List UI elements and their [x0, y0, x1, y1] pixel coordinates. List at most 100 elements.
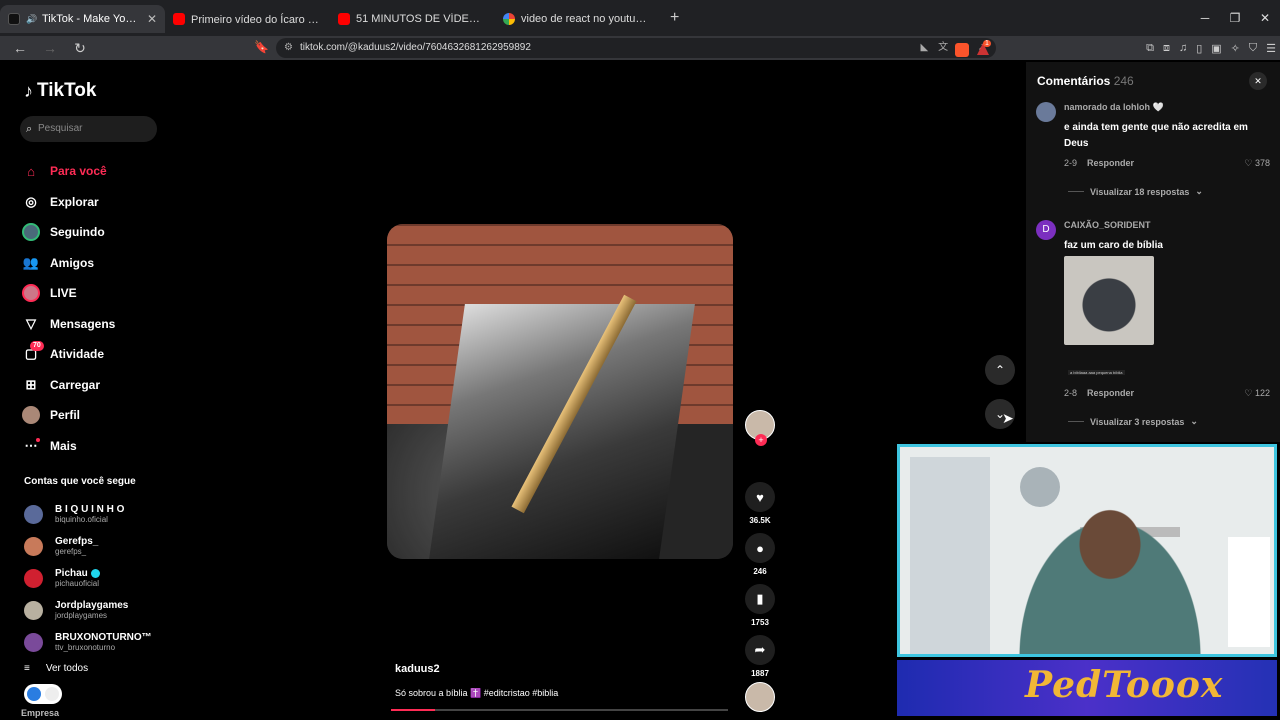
- close-window-icon[interactable]: ✕: [1250, 0, 1280, 36]
- brave-shield-icon[interactable]: [955, 43, 969, 57]
- list-icon: ≡: [24, 663, 30, 674]
- comments-panel: Comentários 246 ✕ namorado da lohloh 🤍 e…: [1026, 62, 1280, 442]
- reload-icon[interactable]: ↻: [70, 40, 90, 57]
- close-comments-button[interactable]: ✕: [1249, 72, 1267, 90]
- avatar[interactable]: D: [1036, 220, 1056, 240]
- avatar[interactable]: [1036, 102, 1056, 122]
- tiktok-logo[interactable]: ♪ TikTok: [24, 80, 96, 102]
- friends-icon: 👥: [22, 254, 40, 270]
- following-item[interactable]: Jordplaygames jordplaygames: [24, 594, 152, 626]
- tab-youtube-2[interactable]: 51 MINUTOS DE VÍDEOS ENGRAÇAD: [330, 5, 495, 33]
- vpn-icon[interactable]: ⛉: [1249, 42, 1257, 55]
- leo-icon[interactable]: ✧: [1231, 42, 1240, 55]
- search-input[interactable]: ⌕ Pesquisar: [20, 116, 157, 142]
- following-name: Pichau: [55, 568, 88, 579]
- nav-item-atividade[interactable]: ▢ 70 Atividade: [22, 339, 115, 370]
- divider: [1068, 421, 1084, 422]
- avatar-icon: [22, 223, 40, 242]
- address-bar[interactable]: ⚙ tiktok.com/@kaduus2/video/760463268126…: [276, 38, 996, 58]
- nav-label: Amigos: [50, 255, 95, 270]
- comment-like[interactable]: ♡ 122: [1244, 388, 1270, 399]
- tab-tiktok[interactable]: 🔊 TikTok - Make Your Day ✕: [0, 5, 165, 33]
- tab-google[interactable]: video de react no youtube monetiza: [495, 5, 660, 33]
- comment-like[interactable]: ♡ 378: [1244, 158, 1270, 169]
- avatar: [24, 536, 43, 556]
- profile-icon: [22, 406, 40, 425]
- menu-icon[interactable]: ☰: [1266, 42, 1276, 55]
- webcam-overlay: [897, 444, 1277, 657]
- following-item[interactable]: Gerefps_ gerefps_: [24, 530, 152, 562]
- logo-text: TikTok: [37, 80, 97, 101]
- bookmark-icon[interactable]: 🔖: [254, 40, 269, 54]
- translate-icon[interactable]: 文: [938, 38, 948, 58]
- nav-item-mensagens[interactable]: ▽ Mensagens: [22, 309, 115, 340]
- nav-label: Explorar: [50, 194, 99, 209]
- following-handle: pichauoficial: [55, 579, 100, 588]
- see-all-link[interactable]: ≡ Ver todos: [24, 663, 88, 674]
- video-player[interactable]: [387, 224, 733, 559]
- view-replies-button[interactable]: Visualizar 18 respostas ⌄: [1068, 186, 1203, 197]
- nav-item-seguindo[interactable]: Seguindo: [22, 217, 115, 248]
- comment-text: faz um caro de bíblia: [1064, 240, 1163, 251]
- webcam-background-screen: [1228, 537, 1270, 647]
- minimize-icon[interactable]: ─: [1190, 0, 1220, 36]
- search-placeholder: Pesquisar: [38, 123, 83, 134]
- extensions-icon[interactable]: ⧉: [1146, 42, 1154, 55]
- follow-plus-icon[interactable]: +: [755, 434, 767, 446]
- tab-youtube-1[interactable]: Primeiro vídeo do Ícaro Lermén.🌿🎉: [165, 5, 330, 33]
- comment-date: 2-9: [1064, 158, 1078, 168]
- video-author[interactable]: kaduus2: [395, 663, 440, 675]
- nav-item-para-voce[interactable]: ⌂ Para você: [22, 156, 115, 187]
- following-name: Jordplaygames: [55, 600, 129, 611]
- nav-item-mais[interactable]: ⋯ Mais: [22, 431, 115, 462]
- screenshot-icon[interactable]: ⧈: [1163, 42, 1170, 55]
- dog-sticker-image[interactable]: [1064, 256, 1154, 345]
- business-icon: [27, 687, 41, 701]
- nav-label: Seguindo: [50, 225, 105, 240]
- tab-title: 51 MINUTOS DE VÍDEOS ENGRAÇAD: [356, 13, 487, 25]
- view-replies-button[interactable]: Visualizar 3 respostas ⌄: [1068, 416, 1198, 427]
- previous-video-button[interactable]: ⌃: [985, 355, 1015, 385]
- music-icon[interactable]: ♫: [1179, 42, 1187, 54]
- following-item[interactable]: Pichau pichauoficial: [24, 562, 152, 594]
- comment-user[interactable]: CAIXÃO_SORIDENT: [1064, 220, 1151, 230]
- following-item[interactable]: B I Q U I N H Obiquinho.oficial: [24, 498, 152, 530]
- comment-button[interactable]: ●: [745, 533, 775, 563]
- reply-button[interactable]: Responder: [1087, 158, 1134, 168]
- nav-item-explorar[interactable]: ◎ Explorar: [22, 187, 115, 218]
- nav-item-amigos[interactable]: 👥 Amigos: [22, 248, 115, 279]
- save-button[interactable]: ▮: [745, 584, 775, 614]
- site-info-icon[interactable]: ⚙: [284, 38, 293, 58]
- nav-item-carregar[interactable]: ⊞ Carregar: [22, 370, 115, 401]
- comments-count: 246: [1113, 74, 1134, 88]
- video-progress-bar[interactable]: [391, 709, 728, 711]
- brave-rewards-icon[interactable]: 1: [977, 40, 991, 57]
- mouse-cursor-icon: ➤: [1002, 410, 1014, 426]
- creator-avatar[interactable]: +: [745, 410, 775, 446]
- maximize-icon[interactable]: ❐: [1220, 0, 1250, 36]
- share-button[interactable]: ➦: [745, 635, 775, 665]
- following-item[interactable]: BRUXONOTURNO™ ttv_bruxonoturno: [24, 626, 152, 658]
- streamer-banner: PedTooox: [897, 660, 1277, 716]
- reply-button[interactable]: Responder: [1087, 388, 1134, 398]
- bookmark-icon: ▮: [756, 591, 764, 606]
- new-tab-button[interactable]: +: [660, 9, 689, 27]
- close-icon[interactable]: ✕: [147, 12, 157, 26]
- nav-item-perfil[interactable]: Perfil: [22, 400, 115, 431]
- tab-title: video de react no youtube monetiza: [521, 13, 652, 25]
- wallet-icon[interactable]: ▣: [1211, 42, 1221, 55]
- forward-icon[interactable]: →: [40, 40, 60, 56]
- streamer-person: [1010, 507, 1210, 654]
- business-toggle[interactable]: [24, 684, 62, 704]
- comment-user[interactable]: namorado da lohloh 🤍: [1064, 102, 1164, 113]
- youtube-icon: [338, 13, 350, 25]
- sticker-caption: a bíbliaaa aaa pequena bíblia: [1068, 370, 1125, 375]
- video-caption: Só sobrou a bíblia ✝️ #editcristao #bibl…: [395, 688, 559, 698]
- media-off-icon[interactable]: ◣: [920, 38, 928, 58]
- like-button[interactable]: ♥: [745, 482, 775, 512]
- nav-item-live[interactable]: LIVE: [22, 278, 115, 309]
- comment-item: D CAIXÃO_SORIDENT faz um caro de bíblia …: [1036, 220, 1272, 430]
- back-icon[interactable]: ←: [10, 40, 30, 56]
- music-disc-avatar[interactable]: [745, 682, 775, 712]
- sidebar-toggle-icon[interactable]: ▯: [1196, 42, 1202, 55]
